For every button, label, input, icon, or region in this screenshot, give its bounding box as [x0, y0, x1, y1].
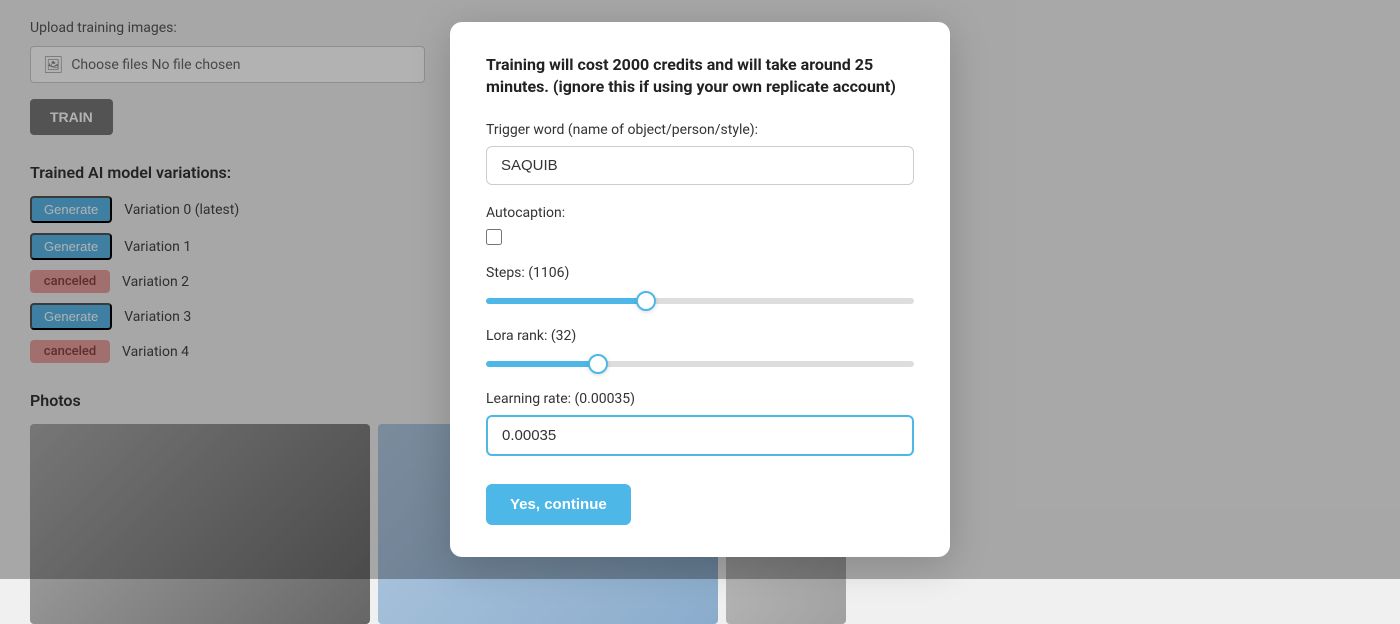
modal-overlay: Training will cost 2000 credits and will… [0, 0, 1400, 579]
learning-rate-label: Learning rate: (0.00035) [486, 391, 914, 407]
autocaption-label: Autocaption: [486, 205, 914, 221]
modal-header: Training will cost 2000 credits and will… [486, 54, 914, 99]
autocaption-group: Autocaption: [486, 205, 914, 245]
training-modal: Training will cost 2000 credits and will… [450, 22, 950, 558]
learning-rate-input[interactable] [486, 415, 914, 456]
continue-button[interactable]: Yes, continue [486, 484, 631, 525]
steps-label: Steps: (1106) [486, 265, 914, 281]
lora-rank-slider[interactable] [486, 361, 914, 367]
learning-rate-group: Learning rate: (0.00035) [486, 391, 914, 456]
trigger-word-label: Trigger word (name of object/person/styl… [486, 122, 914, 138]
autocaption-checkbox[interactable] [486, 229, 502, 245]
trigger-word-input[interactable] [486, 146, 914, 185]
steps-group: Steps: (1106) [486, 265, 914, 308]
autocaption-checkbox-wrap [486, 229, 914, 245]
trigger-word-group: Trigger word (name of object/person/styl… [486, 122, 914, 185]
steps-slider[interactable] [486, 298, 914, 304]
lora-rank-group: Lora rank: (32) [486, 328, 914, 371]
lora-rank-label: Lora rank: (32) [486, 328, 914, 344]
